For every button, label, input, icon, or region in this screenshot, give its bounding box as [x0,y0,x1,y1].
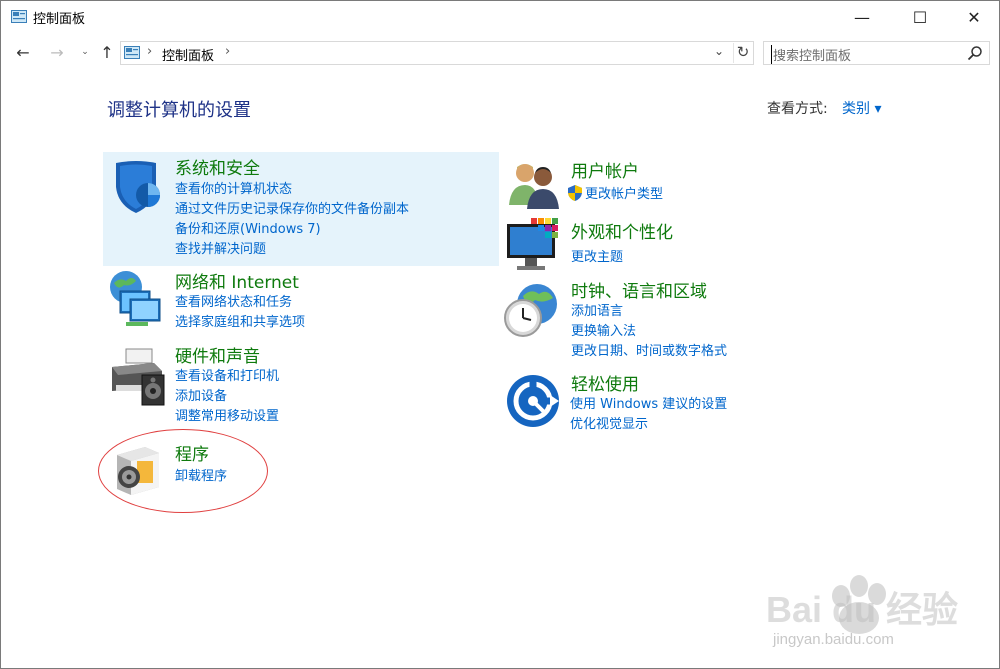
category-user-accounts[interactable]: 用户帐户 更改帐户类型 [501,153,891,209]
shield-icon [116,161,160,213]
users-icon [509,164,559,209]
close-button[interactable]: ✕ [951,1,997,33]
control-panel-icon [11,10,27,23]
category-link[interactable]: 添加设备 [175,385,227,404]
up-button[interactable]: ↑ [97,41,117,63]
category-link[interactable]: 添加语言 [571,300,623,319]
clock-globe-icon [504,284,557,337]
category-title[interactable]: 用户帐户 [571,157,639,182]
category-link[interactable]: 查找并解决问题 [175,238,266,257]
category-link[interactable]: 备份和还原(Windows 7) [175,218,321,237]
category-title[interactable]: 系统和安全 [175,154,260,179]
watermark-url: jingyan.baidu.com [773,631,894,648]
category-link[interactable]: 优化视觉显示 [570,413,648,432]
category-hardware-sound[interactable]: 硬件和声音 查看设备和打印机 添加设备 调整常用移动设置 [103,341,499,427]
category-link[interactable]: 更改主题 [571,246,623,265]
category-title[interactable]: 时钟、语言和区域 [571,277,707,302]
forward-button[interactable]: → [47,41,67,63]
address-dropdown-button[interactable]: ⌄ [714,44,724,58]
category-link[interactable]: 更改日期、时间或数字格式 [571,340,727,359]
category-link-text[interactable]: 更改帐户类型 [585,187,663,202]
category-appearance[interactable]: 外观和个性化 更改主题 [501,214,891,270]
appearance-monitor-icon [507,218,558,270]
address-bar[interactable]: › 控制面板 › ⌄ ↻ [120,41,754,65]
category-ease-of-access[interactable]: 轻松使用 使用 Windows 建议的设置 优化视觉显示 [501,369,891,435]
category-link[interactable]: 查看设备和打印机 [175,365,279,384]
breadcrumb-control-panel[interactable]: 控制面板 [162,45,214,64]
category-link[interactable]: 通过文件历史记录保存你的文件备份副本 [175,198,409,217]
title-bar[interactable]: 控制面板 — ☐ ✕ [1,1,999,33]
window-title: 控制面板 [33,12,86,27]
category-title[interactable]: 网络和 Internet [175,268,299,293]
refresh-button[interactable]: ↻ [733,43,752,63]
category-network-internet[interactable]: 网络和 Internet 查看网络状态和任务 选择家庭组和共享选项 [103,267,499,337]
category-clock-language-region[interactable]: 时钟、语言和区域 添加语言 更换输入法 更改日期、时间或数字格式 [501,274,891,360]
back-button[interactable]: ← [13,41,33,63]
category-title[interactable]: 硬件和声音 [175,342,260,367]
annotation-circle [98,429,268,513]
breadcrumb-separator[interactable]: › [225,44,230,59]
breadcrumb-separator[interactable]: › [147,44,152,59]
control-panel-icon [124,46,140,59]
uac-shield-icon [568,185,582,201]
category-title[interactable]: 轻松使用 [571,370,639,395]
page-title: 调整计算机的设置 [107,100,251,121]
category-link[interactable]: 查看网络状态和任务 [175,291,292,310]
search-input[interactable]: 搜索控制面板 [771,45,851,64]
category-link[interactable]: 调整常用移动设置 [175,405,279,424]
navigation-bar: ← → ⌄ ↑ › 控制面板 › ⌄ ↻ 搜索控制面板 [1,37,999,69]
category-link[interactable]: 选择家庭组和共享选项 [175,311,305,330]
recent-locations-button[interactable]: ⌄ [75,41,95,63]
search-icon[interactable] [967,45,983,61]
ease-of-access-icon [507,375,559,427]
category-link[interactable]: 更换输入法 [571,320,636,339]
category-link[interactable]: 更改帐户类型 [568,183,663,202]
category-title[interactable]: 外观和个性化 [571,218,673,243]
view-by-label: 查看方式: [767,101,828,117]
control-panel-window: 控制面板 — ☐ ✕ ← → ⌄ ↑ › 控制面板 › ⌄ ↻ 搜索控制面板 调… [0,0,1000,669]
printer-speaker-icon [112,348,165,406]
category-link[interactable]: 查看你的计算机状态 [175,178,292,197]
view-by-dropdown[interactable]: 类别 ▾ [842,98,881,118]
category-link[interactable]: 使用 Windows 建议的设置 [570,393,727,412]
minimize-button[interactable]: — [839,1,885,33]
category-system-security[interactable]: 系统和安全 查看你的计算机状态 通过文件历史记录保存你的文件备份副本 备份和还原… [103,152,499,266]
network-globe-icon [110,271,161,326]
watermark-brand: Bai du 经验 [766,589,959,630]
maximize-button[interactable]: ☐ [897,1,943,33]
search-box[interactable]: 搜索控制面板 [763,41,990,65]
